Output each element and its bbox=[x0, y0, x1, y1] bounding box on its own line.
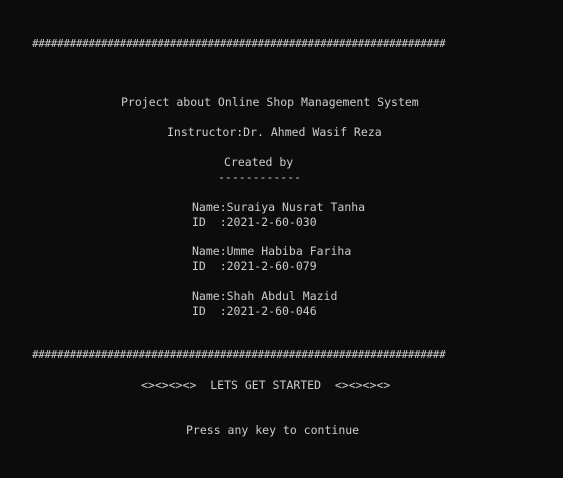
lets-get-started-banner: <><><><> LETS GET STARTED <><><><> bbox=[141, 378, 391, 392]
member-id: ID :2021-2-60-046 bbox=[192, 304, 317, 318]
member-id: ID :2021-2-60-079 bbox=[192, 259, 317, 273]
instructor-line: Instructor:Dr. Ahmed Wasif Reza bbox=[167, 125, 382, 139]
project-title: Project about Online Shop Management Sys… bbox=[121, 95, 419, 109]
created-by-heading: Created by bbox=[224, 155, 294, 169]
member-name: Name:Umme Habiba Fariha bbox=[192, 244, 352, 258]
press-any-key-prompt: Press any key to continue bbox=[186, 423, 360, 437]
separator-bottom: ########################################… bbox=[32, 348, 446, 361]
member-name: Name:Suraiya Nusrat Tanha bbox=[192, 200, 366, 214]
separator-top: ########################################… bbox=[32, 37, 446, 50]
console-window[interactable]: ########################################… bbox=[0, 0, 563, 478]
created-by-underline: ------------ bbox=[218, 170, 302, 184]
member-name: Name:Shah Abdul Mazid bbox=[192, 289, 338, 303]
member-id: ID :2021-2-60-030 bbox=[192, 215, 317, 229]
